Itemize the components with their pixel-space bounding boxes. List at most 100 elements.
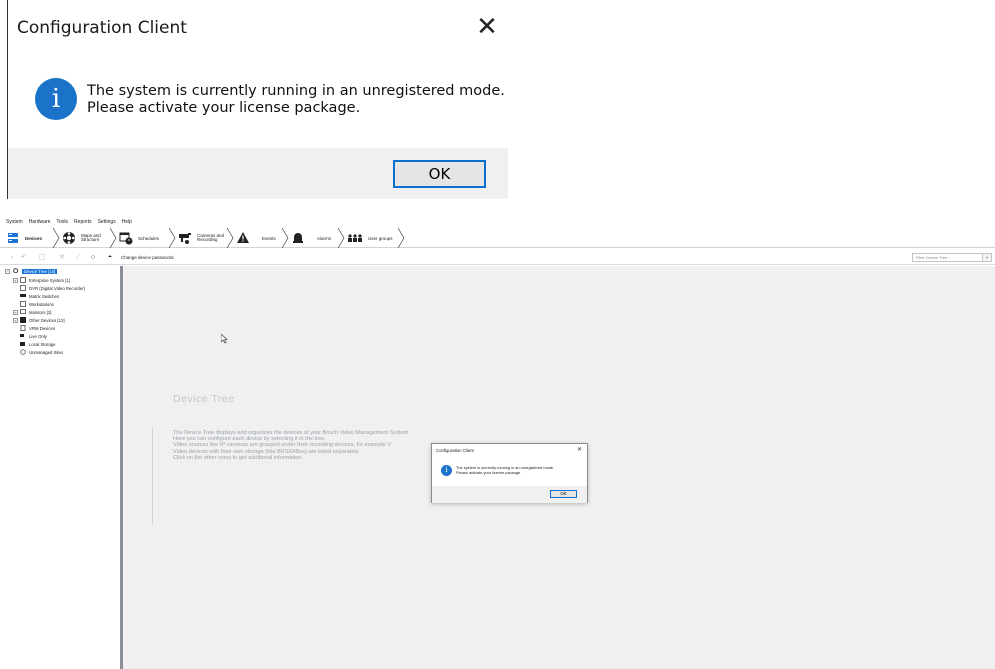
key-icon[interactable]: ◓ <box>106 254 114 262</box>
nav-label: Alarms <box>317 235 332 241</box>
menu-system[interactable]: System <box>6 218 23 227</box>
filter-input[interactable]: Filter Device Tree... <box>912 253 992 262</box>
menu-help[interactable]: Help <box>122 218 132 227</box>
device-tree: − Device Tree [10] + Enterprise System [… <box>0 266 120 669</box>
user-groups-icon <box>347 231 363 245</box>
enterprise-icon <box>20 277 26 283</box>
dialog-title: Configuration Client <box>436 448 474 453</box>
info-icon: i <box>441 465 452 476</box>
menubar: System Hardware Tools Reports Settings H… <box>0 218 995 227</box>
change-passwords-button[interactable]: Change device passwords <box>121 254 174 262</box>
nav-separator-icon <box>397 228 405 248</box>
cameras-icon <box>178 231 192 245</box>
matrix-switch-icon <box>20 293 26 299</box>
local-storage-icon <box>20 341 26 347</box>
vrm-icon <box>20 325 26 331</box>
nav-user-groups[interactable]: User groups <box>347 228 393 248</box>
nav-separator-icon <box>337 228 345 248</box>
dialog-message: The system is currently running in an un… <box>87 83 505 117</box>
nav-alarms[interactable]: Alarms <box>291 228 331 248</box>
delete-icon[interactable]: ✕ <box>58 254 66 262</box>
nav-schedules[interactable]: Schedules <box>119 228 159 248</box>
menu-hardware[interactable]: Hardware <box>29 218 51 227</box>
dvr-icon <box>20 285 26 291</box>
tree-item[interactable]: DVR (Digital Video Recorder) <box>20 284 85 292</box>
tree-item[interactable]: Unmanaged Sites <box>20 348 63 356</box>
nav-separator-icon <box>109 228 117 248</box>
toolbar: ▫ ↶ ▢ ✕ ⟋ ○ ◓ Change device passwords <box>0 251 995 265</box>
tree-item-label: Monitors [2] <box>29 309 52 315</box>
content-line: Click on the other icons to get addition… <box>173 454 303 461</box>
dialog-message-line1: The system is currently running in an un… <box>87 83 505 99</box>
nav-devices[interactable]: Devices <box>6 228 42 248</box>
workstation-icon <box>20 301 26 307</box>
close-icon[interactable]: ✕ <box>472 12 502 42</box>
copy-icon[interactable]: ▢ <box>38 254 46 262</box>
dialog-message: The system is currently running in an un… <box>456 465 554 475</box>
tree-item[interactable]: Live Only <box>20 332 47 340</box>
tree-root[interactable]: Device Tree [10] <box>13 267 58 275</box>
expand-icon[interactable]: + <box>13 278 18 283</box>
events-icon <box>236 231 250 245</box>
screenshot-root: Configuration Client ✕ i The system is c… <box>0 0 995 669</box>
nav-separator-icon <box>168 228 176 248</box>
save-icon[interactable]: ▫ <box>8 254 16 262</box>
edit-icon[interactable]: ⟋ <box>74 254 82 262</box>
menu-tools[interactable]: Tools <box>56 218 68 227</box>
license-dialog: Configuration Client ✕ i The system is c… <box>431 443 588 503</box>
tree-item[interactable]: Matrix Switches <box>20 292 59 300</box>
refresh-icon[interactable]: ○ <box>89 254 97 262</box>
tree-item-label: DVR (Digital Video Recorder) <box>29 285 86 291</box>
tree-item-label: Other Devices [12] <box>29 317 65 323</box>
main-navigation: Devices Maps and Structure Schedules Cam… <box>0 228 995 248</box>
nav-separator-icon <box>52 228 60 248</box>
nav-label: Devices <box>25 235 43 241</box>
info-icon: i <box>35 78 77 120</box>
ok-button[interactable]: OK <box>550 490 577 498</box>
nav-separator-icon <box>281 228 289 248</box>
nav-cameras[interactable]: Cameras and Recording <box>178 228 224 248</box>
tree-item-label: Matrix Switches <box>29 293 60 299</box>
tree-item[interactable]: Local Storage <box>20 340 56 348</box>
tree-item[interactable]: Other Devices [12] <box>20 316 65 324</box>
content-description: The Device Tree displays and organizes t… <box>173 430 410 461</box>
tree-item-label: Unmanaged Sites <box>29 349 64 355</box>
tree-item[interactable]: Monitors [2] <box>20 308 51 316</box>
dialog-message-line2: Please activate your license package. <box>456 469 522 475</box>
menu-reports[interactable]: Reports <box>74 218 92 227</box>
maps-icon <box>62 231 76 245</box>
tree-item-label: Enterprise System [1] <box>29 277 71 283</box>
monitor-icon <box>20 309 26 315</box>
devices-icon <box>6 231 20 245</box>
nav-maps[interactable]: Maps and Structure <box>62 228 101 248</box>
expand-icon[interactable]: + <box>13 310 18 315</box>
collapse-icon[interactable]: − <box>5 269 10 274</box>
search-icon <box>13 268 19 274</box>
tree-item-label: Live Only <box>29 333 47 339</box>
nav-label: Schedules <box>138 235 160 241</box>
tree-item-label: Workstations <box>29 301 54 307</box>
content-line: Video sources like IP cameras are groupe… <box>173 442 392 449</box>
tree-item[interactable]: VRM Devices <box>20 324 55 332</box>
alarms-icon <box>291 231 305 245</box>
ok-button[interactable]: OK <box>393 160 486 188</box>
nav-events[interactable]: Events <box>236 228 276 248</box>
menu-settings[interactable]: Settings <box>98 218 116 227</box>
tree-item-label: Local Storage <box>29 341 56 347</box>
schedules-icon <box>119 231 133 245</box>
tree-item[interactable]: Enterprise System [1] <box>20 276 70 284</box>
tree-item[interactable]: Workstations <box>20 300 54 308</box>
content-title: Device Tree <box>173 393 235 405</box>
nav-label: Maps and Structure <box>81 232 101 242</box>
close-icon[interactable]: ✕ <box>577 446 582 453</box>
zoomed-license-dialog: Configuration Client ✕ i The system is c… <box>0 0 508 199</box>
dialog-title: Configuration Client <box>17 18 187 38</box>
dialog-message-line2: Please activate your license package. <box>87 100 361 116</box>
expand-icon[interactable]: + <box>13 318 18 323</box>
tree-root-label: Device Tree [10] <box>22 268 58 274</box>
chevron-down-icon[interactable]: ⌄ <box>982 253 992 262</box>
nav-label: Events <box>262 235 276 241</box>
live-only-icon <box>20 333 26 339</box>
unmanaged-sites-icon <box>20 349 26 355</box>
undo-icon[interactable]: ↶ <box>20 254 28 262</box>
